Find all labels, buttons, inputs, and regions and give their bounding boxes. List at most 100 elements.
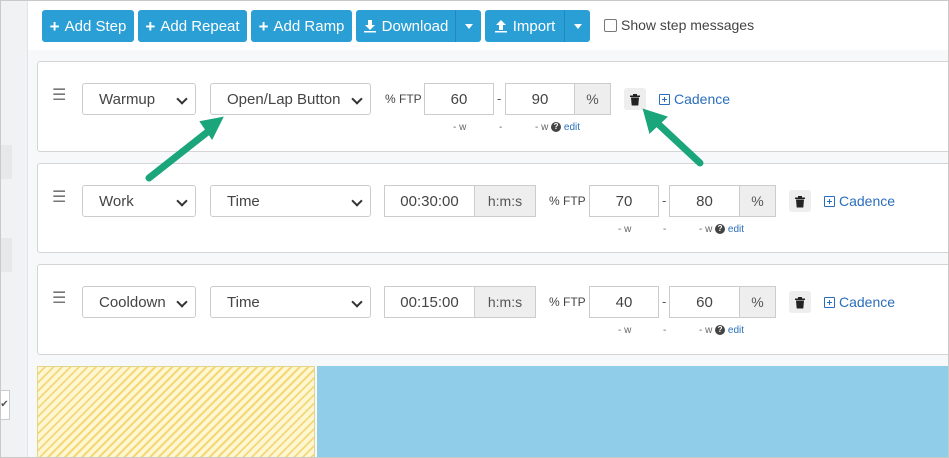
plus-icon: + bbox=[49, 16, 60, 36]
sidebar-ghost-item bbox=[0, 238, 12, 272]
add-ramp-label: Add Ramp bbox=[273, 17, 345, 35]
import-label: Import bbox=[512, 17, 556, 35]
add-repeat-label: Add Repeat bbox=[160, 17, 240, 35]
sidebar-check-icon[interactable]: ✔ bbox=[0, 390, 10, 420]
question-circle-icon[interactable]: ? bbox=[715, 325, 726, 336]
percent-addon: % bbox=[739, 286, 776, 318]
power-high-value: 90 bbox=[531, 90, 549, 108]
power-high-value: 60 bbox=[696, 293, 713, 311]
trash-icon bbox=[795, 296, 805, 308]
step-type-select[interactable]: Work bbox=[82, 185, 196, 217]
duration-input[interactable]: 00:30:00 bbox=[384, 185, 475, 217]
trash-icon bbox=[795, 195, 805, 207]
duration-value: 00:30:00 bbox=[400, 192, 459, 210]
range-dash: - bbox=[662, 193, 667, 208]
edit-watts-link[interactable]: edit bbox=[728, 224, 744, 235]
duration-type-value: Time bbox=[227, 293, 260, 311]
sidebar-ghost-item bbox=[0, 145, 12, 179]
step-card-warmup: ☰ Warmup Open/Lap Button % FTP 60 - 90 %… bbox=[37, 61, 949, 152]
watts-dash: - bbox=[499, 122, 503, 133]
power-low-input[interactable]: 60 bbox=[424, 83, 494, 115]
power-low-value: 70 bbox=[615, 192, 633, 210]
range-dash: - bbox=[497, 91, 502, 106]
show-step-messages-toggle[interactable]: Show step messages bbox=[604, 17, 754, 33]
power-high-input[interactable]: 60 bbox=[669, 286, 740, 318]
step-card-work: ☰ Work Time 00:30:00 h:m:s % FTP 70 - 80… bbox=[37, 163, 949, 253]
add-repeat-button[interactable]: + Add Repeat bbox=[138, 10, 247, 42]
left-sidebar-edge: ✔ bbox=[0, 0, 28, 458]
power-low-input[interactable]: 70 bbox=[589, 185, 659, 217]
power-low-input[interactable]: 40 bbox=[589, 286, 659, 318]
edit-watts-link[interactable]: edit bbox=[728, 325, 744, 336]
watts-high-label: - w bbox=[699, 325, 713, 336]
power-high-input[interactable]: 80 bbox=[669, 185, 740, 217]
duration-value: 00:15:00 bbox=[400, 293, 459, 311]
watts-low-label: - w bbox=[618, 325, 632, 336]
watts-high-label: - w bbox=[535, 122, 549, 133]
duration-type-value: Time bbox=[227, 192, 260, 210]
power-high-input[interactable]: 90 bbox=[505, 83, 575, 115]
watts-dash: - bbox=[663, 224, 667, 235]
hms-addon: h:m:s bbox=[474, 185, 536, 217]
plus-icon: + bbox=[145, 16, 156, 36]
percent-addon: % bbox=[739, 185, 776, 217]
trash-icon bbox=[630, 93, 640, 105]
step-type-value: Cooldown bbox=[99, 293, 166, 311]
step-type-value: Work bbox=[99, 192, 134, 210]
duration-input[interactable]: 00:15:00 bbox=[384, 286, 475, 318]
duration-type-value: Open/Lap Button bbox=[227, 90, 341, 108]
step-type-select[interactable]: Warmup bbox=[82, 83, 196, 115]
warmup-block-preview bbox=[37, 366, 315, 458]
drag-handle-icon[interactable]: ☰ bbox=[52, 88, 66, 104]
delete-step-button[interactable] bbox=[789, 190, 811, 212]
cadence-label: Cadence bbox=[839, 294, 896, 310]
range-dash: - bbox=[662, 294, 667, 309]
import-dropdown-toggle[interactable] bbox=[564, 10, 590, 42]
add-step-button[interactable]: + Add Step bbox=[42, 10, 134, 42]
download-button[interactable]: Download bbox=[356, 10, 455, 42]
hms-addon: h:m:s bbox=[474, 286, 536, 318]
add-ramp-button[interactable]: + Add Ramp bbox=[251, 10, 352, 42]
drag-handle-icon[interactable]: ☰ bbox=[52, 291, 66, 307]
download-label: Download bbox=[381, 17, 449, 35]
show-step-messages-label: Show step messages bbox=[621, 17, 755, 33]
add-step-label: Add Step bbox=[64, 17, 127, 35]
plus-icon: + bbox=[258, 16, 269, 36]
ftp-label: % FTP bbox=[549, 194, 586, 208]
download-dropdown-toggle[interactable] bbox=[455, 10, 481, 42]
work-block-preview bbox=[317, 366, 949, 458]
drag-handle-icon[interactable]: ☰ bbox=[52, 190, 66, 206]
delete-step-button[interactable] bbox=[789, 291, 811, 313]
percent-addon: % bbox=[574, 83, 611, 115]
add-cadence-link[interactable]: Cadence bbox=[659, 91, 730, 107]
edit-watts-link[interactable]: edit bbox=[564, 122, 580, 133]
delete-step-button[interactable] bbox=[624, 88, 646, 110]
download-icon bbox=[363, 20, 376, 33]
watts-low-label: - w bbox=[453, 122, 467, 133]
add-cadence-link[interactable]: Cadence bbox=[824, 193, 895, 209]
cadence-label: Cadence bbox=[839, 193, 896, 209]
plus-square-icon bbox=[659, 93, 670, 105]
power-low-value: 60 bbox=[450, 90, 468, 108]
import-button[interactable]: Import bbox=[485, 10, 564, 42]
step-type-select[interactable]: Cooldown bbox=[82, 286, 196, 318]
show-step-messages-checkbox[interactable] bbox=[604, 18, 617, 32]
power-high-value: 80 bbox=[696, 192, 713, 210]
ftp-label: % FTP bbox=[385, 92, 422, 106]
ftp-label: % FTP bbox=[549, 295, 586, 309]
cadence-label: Cadence bbox=[674, 91, 731, 107]
plus-square-icon bbox=[824, 195, 835, 207]
watts-high-label: - w bbox=[699, 224, 713, 235]
question-circle-icon[interactable]: ? bbox=[715, 224, 726, 235]
upload-icon bbox=[494, 20, 507, 33]
duration-type-select[interactable]: Open/Lap Button bbox=[210, 83, 371, 115]
question-circle-icon[interactable]: ? bbox=[551, 122, 562, 133]
power-low-value: 40 bbox=[615, 293, 633, 311]
duration-type-select[interactable]: Time bbox=[210, 185, 371, 217]
watts-low-label: - w bbox=[618, 224, 632, 235]
step-type-value: Warmup bbox=[99, 90, 156, 108]
step-card-cooldown: ☰ Cooldown Time 00:15:00 h:m:s % FTP 40 … bbox=[37, 264, 949, 355]
add-cadence-link[interactable]: Cadence bbox=[824, 294, 895, 310]
watts-dash: - bbox=[663, 325, 667, 336]
duration-type-select[interactable]: Time bbox=[210, 286, 371, 318]
